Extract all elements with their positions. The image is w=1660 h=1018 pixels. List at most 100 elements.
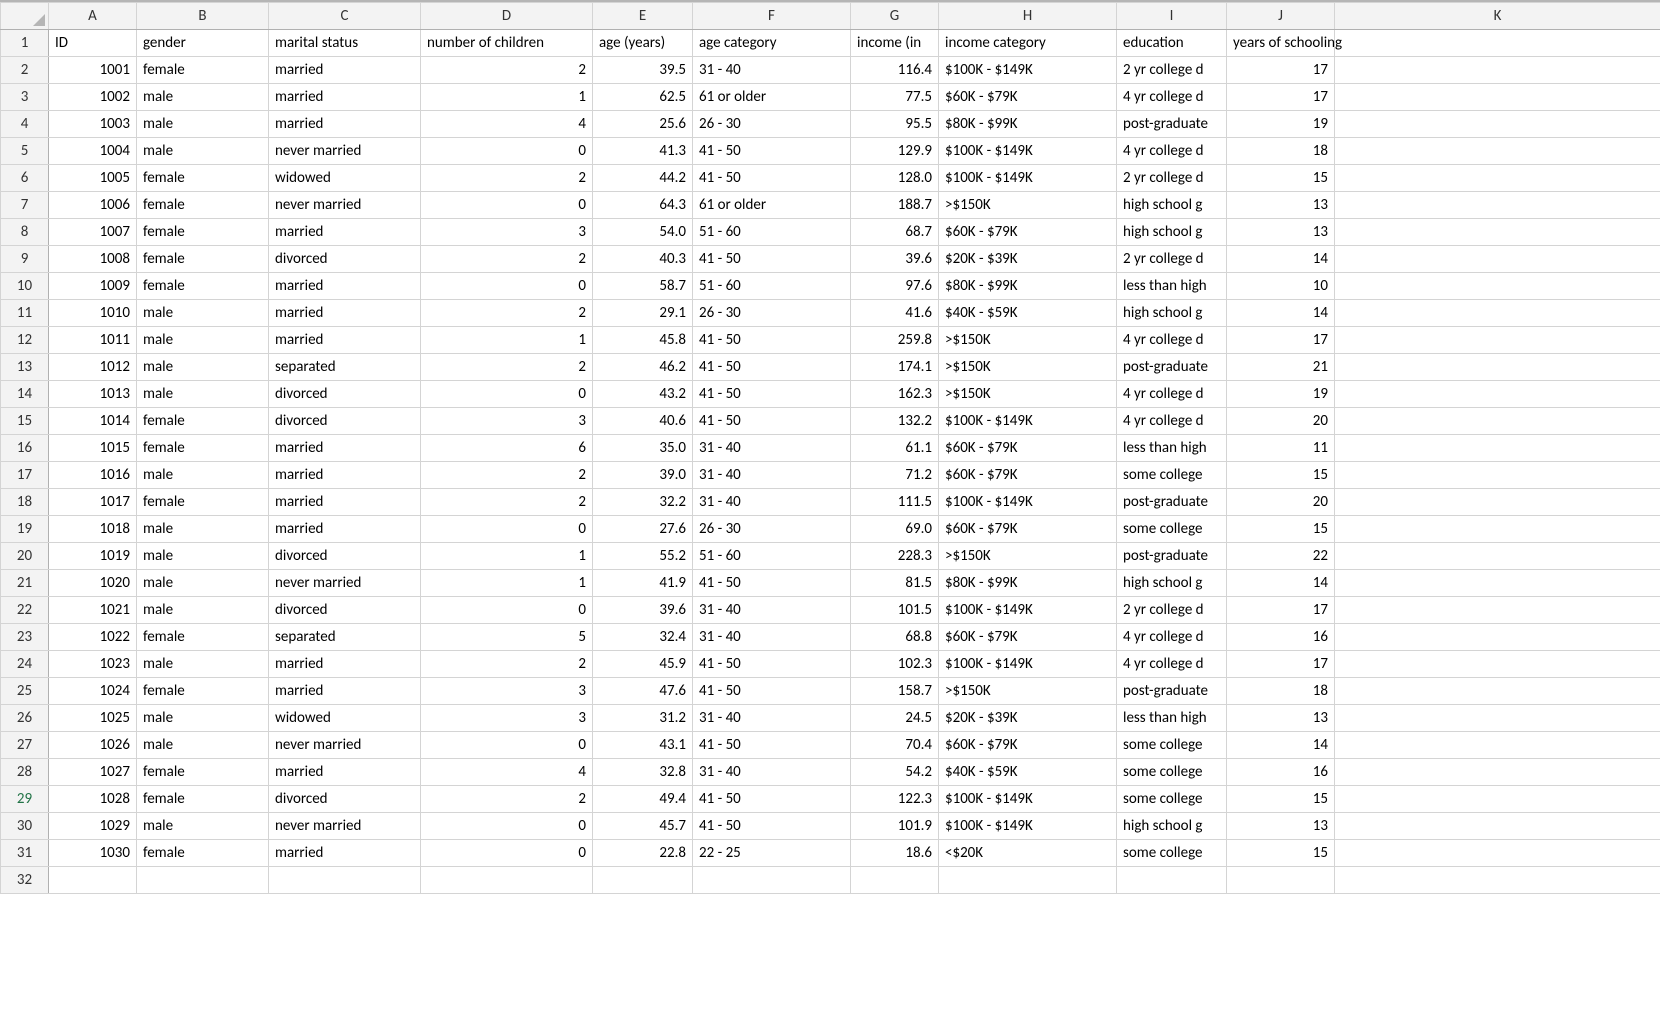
cell[interactable]: 39.0	[593, 462, 693, 489]
cell[interactable]: gender	[137, 30, 269, 57]
cell[interactable]: 13	[1227, 219, 1335, 246]
cell[interactable]: 1	[421, 327, 593, 354]
cell[interactable]: 41 - 50	[693, 138, 851, 165]
cell[interactable]: 41 - 50	[693, 381, 851, 408]
cell[interactable]: marital status	[269, 30, 421, 57]
cell[interactable]: 41 - 50	[693, 786, 851, 813]
row-header[interactable]: 5	[1, 138, 49, 165]
cell[interactable]: 31 - 40	[693, 489, 851, 516]
cell[interactable]: 14	[1227, 300, 1335, 327]
cell[interactable]: 0	[421, 732, 593, 759]
col-header-B[interactable]: B	[137, 3, 269, 30]
cell[interactable]: 35.0	[593, 435, 693, 462]
cell[interactable]: 15	[1227, 786, 1335, 813]
cell[interactable]: 4 yr college d	[1117, 624, 1227, 651]
cell[interactable]: $100K - $149K	[939, 165, 1117, 192]
cell[interactable]: married	[269, 57, 421, 84]
cell[interactable]: 1005	[49, 165, 137, 192]
cell[interactable]: 70.4	[851, 732, 939, 759]
cell[interactable]: 18	[1227, 678, 1335, 705]
cell[interactable]: 51 - 60	[693, 219, 851, 246]
cell[interactable]	[1335, 705, 1660, 732]
cell[interactable]: 1019	[49, 543, 137, 570]
cell[interactable]	[1335, 138, 1660, 165]
row-header[interactable]: 18	[1, 489, 49, 516]
cell[interactable]: 32.4	[593, 624, 693, 651]
cell[interactable]: number of children	[421, 30, 593, 57]
cell[interactable]: 2	[421, 354, 593, 381]
row-header[interactable]: 28	[1, 759, 49, 786]
row-header[interactable]: 3	[1, 84, 49, 111]
cell[interactable]: 14	[1227, 732, 1335, 759]
cell[interactable]: 15	[1227, 516, 1335, 543]
cell[interactable]	[1335, 867, 1660, 894]
cell[interactable]: 19	[1227, 381, 1335, 408]
cell[interactable]: 18.6	[851, 840, 939, 867]
cell[interactable]: married	[269, 84, 421, 111]
cell[interactable]: 17	[1227, 651, 1335, 678]
cell[interactable]: 259.8	[851, 327, 939, 354]
cell[interactable]: high school g	[1117, 813, 1227, 840]
cell[interactable]: 102.3	[851, 651, 939, 678]
row-header[interactable]: 1	[1, 30, 49, 57]
cell[interactable]: male	[137, 813, 269, 840]
cell[interactable]: 1002	[49, 84, 137, 111]
cell[interactable]: 39.6	[851, 246, 939, 273]
cell[interactable]: some college	[1117, 732, 1227, 759]
cell[interactable]: age category	[693, 30, 851, 57]
cell[interactable]: 0	[421, 516, 593, 543]
cell[interactable]: 17	[1227, 327, 1335, 354]
cell[interactable]: divorced	[269, 543, 421, 570]
cell[interactable]: 1003	[49, 111, 137, 138]
cell[interactable]	[1335, 165, 1660, 192]
cell[interactable]: female	[137, 192, 269, 219]
cell[interactable]: 1014	[49, 408, 137, 435]
cell[interactable]: 26 - 30	[693, 516, 851, 543]
cell[interactable]: 2	[421, 489, 593, 516]
cell[interactable]: 1004	[49, 138, 137, 165]
cell[interactable]	[1335, 84, 1660, 111]
cell[interactable]: female	[137, 246, 269, 273]
cell[interactable]: 101.9	[851, 813, 939, 840]
cell[interactable]: 61.1	[851, 435, 939, 462]
cell[interactable]: $60K - $79K	[939, 624, 1117, 651]
cell[interactable]: 17	[1227, 84, 1335, 111]
cell[interactable]: 26 - 30	[693, 111, 851, 138]
cell[interactable]: never married	[269, 732, 421, 759]
cell[interactable]: female	[137, 624, 269, 651]
cell[interactable]: 77.5	[851, 84, 939, 111]
cell[interactable]: 68.8	[851, 624, 939, 651]
cell[interactable]: $20K - $39K	[939, 705, 1117, 732]
row-header[interactable]: 17	[1, 462, 49, 489]
row-header[interactable]: 7	[1, 192, 49, 219]
cell[interactable]: male	[137, 543, 269, 570]
cell[interactable]: 14	[1227, 570, 1335, 597]
row-header[interactable]: 26	[1, 705, 49, 732]
cell[interactable]: 54.0	[593, 219, 693, 246]
cell[interactable]: married	[269, 516, 421, 543]
row-header[interactable]: 23	[1, 624, 49, 651]
cell[interactable]: post-graduate	[1117, 489, 1227, 516]
cell[interactable]: divorced	[269, 246, 421, 273]
cell[interactable]: female	[137, 273, 269, 300]
cell[interactable]: >$150K	[939, 327, 1117, 354]
cell[interactable]: widowed	[269, 165, 421, 192]
cell[interactable]: female	[137, 57, 269, 84]
cell[interactable]: 31 - 40	[693, 624, 851, 651]
cell[interactable]	[49, 867, 137, 894]
cell[interactable]: some college	[1117, 840, 1227, 867]
cell[interactable]: female	[137, 165, 269, 192]
cell[interactable]: $100K - $149K	[939, 813, 1117, 840]
row-header[interactable]: 8	[1, 219, 49, 246]
cell[interactable]: $60K - $79K	[939, 732, 1117, 759]
cell[interactable]	[137, 867, 269, 894]
cell[interactable]: 1007	[49, 219, 137, 246]
cell[interactable]: 0	[421, 813, 593, 840]
cell[interactable]: 58.7	[593, 273, 693, 300]
cell[interactable]: ID	[49, 30, 137, 57]
cell[interactable]: $60K - $79K	[939, 219, 1117, 246]
cell[interactable]: female	[137, 786, 269, 813]
cell[interactable]: >$150K	[939, 678, 1117, 705]
cell[interactable]	[1335, 732, 1660, 759]
col-header-K[interactable]: K	[1335, 3, 1660, 30]
